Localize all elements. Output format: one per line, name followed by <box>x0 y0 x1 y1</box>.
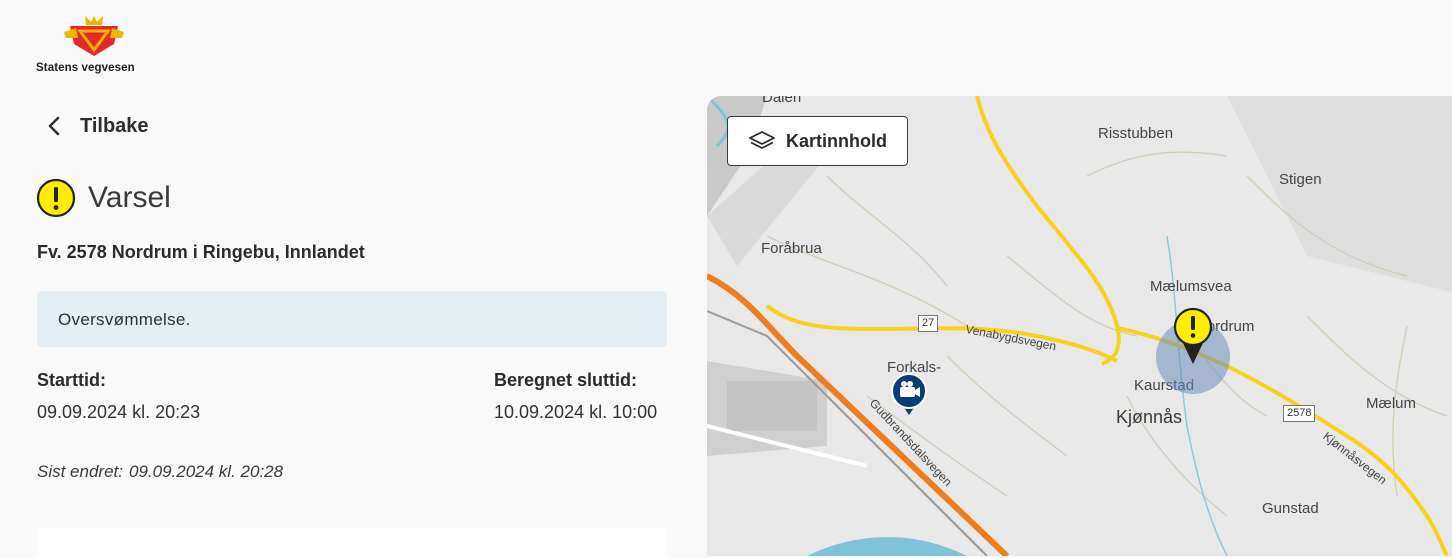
layers-icon <box>749 131 775 149</box>
last-changed-label: Sist endret: <box>37 462 123 481</box>
end-time-value: 10.09.2024 kl. 10:00 <box>494 402 658 422</box>
place-label-risstubben: Risstubben <box>1098 125 1174 142</box>
camera-marker-icon[interactable] <box>889 373 929 417</box>
place-label-maelumsvea: Mælumsvea <box>1150 278 1232 295</box>
road-badge-2578: 2578 <box>1283 405 1316 422</box>
road-badge-27: 27 <box>918 315 939 332</box>
place-label-stigen: Stigen <box>1279 171 1322 188</box>
place-label-maelum: Mælum <box>1366 395 1417 412</box>
description-text: Oversvømmelse. <box>58 310 191 329</box>
start-time-value: 09.09.2024 kl. 20:23 <box>37 402 201 422</box>
place-label-forabrua: Foråbrua <box>761 240 822 257</box>
start-time-label: Starttid: <box>37 370 106 390</box>
place-label-dalen: Dalen <box>762 96 802 106</box>
details-card <box>37 528 667 558</box>
last-changed-value: 09.09.2024 kl. 20:28 <box>129 462 284 481</box>
brand-logo[interactable]: Statens vegvesen <box>36 14 156 78</box>
map-layers-button[interactable]: Kartinnhold <box>727 116 908 166</box>
map-layers-label: Kartinnhold <box>786 130 887 151</box>
place-label-gunstad: Gunstad <box>1262 500 1319 517</box>
back-link[interactable]: Tilbake <box>44 112 149 140</box>
warning-icon <box>36 178 76 218</box>
statens-vegvesen-crest-icon <box>64 16 124 56</box>
warning-marker-icon[interactable] <box>1170 306 1216 366</box>
place-label-kjonnas: Kjønnås <box>1116 407 1183 427</box>
description-box: Oversvømmelse. <box>37 291 667 347</box>
page-heading: Varsel <box>36 178 171 218</box>
last-changed: Sist endret: 09.09.2024 kl. 20:28 <box>37 462 283 482</box>
location-text: Fv. 2578 Nordrum i Ringebu, Innlandet <box>37 242 365 262</box>
back-label: Tilbake <box>80 114 149 137</box>
chevron-left-icon <box>48 116 60 136</box>
brand-name: Statens vegvesen <box>36 62 135 74</box>
page-title: Varsel <box>88 181 171 214</box>
end-time-label: Beregnet sluttid: <box>494 370 638 390</box>
map-view[interactable]: Kartinnhold Dalen Risstubben Stigen Forå… <box>707 96 1452 556</box>
